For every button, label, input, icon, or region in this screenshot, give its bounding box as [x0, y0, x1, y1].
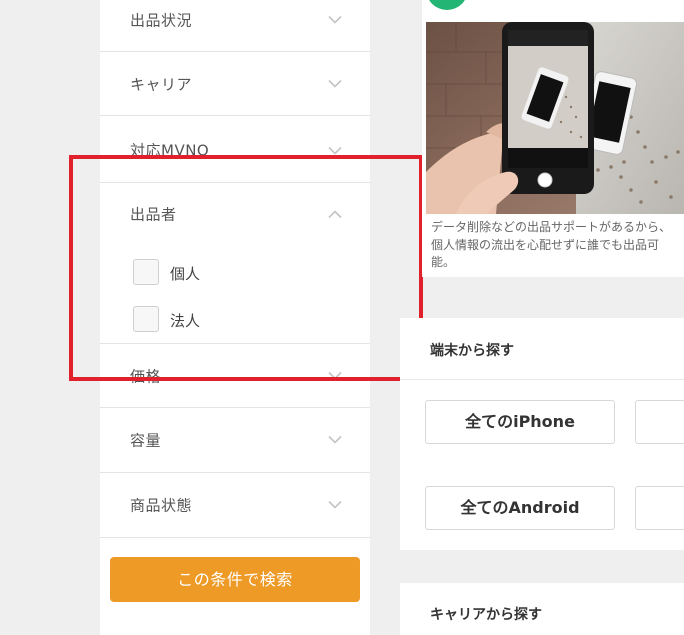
filter-label: 容量: [130, 431, 162, 450]
filter-row-seller: 出品者 個人 法人: [100, 183, 370, 344]
promo-photo: [426, 22, 684, 214]
filter-label: 価格: [130, 367, 162, 385]
device-search-card: 端末から探す 全てのiPhone 全てのAndroid: [400, 318, 684, 550]
chevron-up-icon[interactable]: [328, 210, 342, 219]
checkbox-label: 個人: [170, 265, 201, 283]
checkbox-corporate[interactable]: [133, 306, 159, 332]
filter-row-mvno[interactable]: 対応MVNO: [100, 117, 370, 183]
all-iphone-button[interactable]: 全てのiPhone: [425, 400, 615, 444]
section-title-carrier: キャリアから探す: [430, 607, 542, 623]
chevron-down-icon: [328, 435, 342, 445]
chevron-down-icon: [328, 500, 342, 510]
device-button-partial[interactable]: [635, 400, 684, 444]
chevron-down-icon: [328, 371, 342, 380]
checkbox-label: 法人: [170, 312, 201, 330]
filter-label: 対応MVNO: [130, 141, 210, 160]
carrier-search-card: キャリアから探す: [400, 583, 684, 635]
promo-caption: データ削除などの出品サポートがあるから、個人情報の流出を心配せずに誰でも出品可能…: [431, 220, 672, 269]
search-with-conditions-button[interactable]: この条件で検索: [110, 557, 360, 602]
filter-row-price[interactable]: 価格: [100, 344, 370, 408]
checkbox-individual[interactable]: [133, 259, 159, 285]
chevron-down-icon: [328, 146, 342, 156]
filter-row-carrier[interactable]: キャリア: [100, 52, 370, 116]
filter-label: キャリア: [130, 75, 193, 93]
filter-row-listing-status[interactable]: 出品状況: [100, 0, 370, 52]
section-title-device: 端末から探す: [430, 343, 514, 359]
filter-row-condition[interactable]: 商品状態: [100, 473, 370, 538]
filter-label: 出品状況: [130, 11, 193, 29]
filter-label: 商品状態: [130, 496, 193, 515]
chevron-down-icon: [328, 15, 342, 24]
chevron-down-icon: [328, 79, 342, 88]
divider: [400, 379, 684, 380]
filter-label[interactable]: 出品者: [130, 204, 177, 225]
device-button-partial[interactable]: [635, 486, 684, 530]
all-android-button[interactable]: 全てのAndroid: [425, 486, 615, 530]
filter-panel: 出品状況 キャリア 対応MVNO 出品者 個人 法人 価格 容量 商品状態 この…: [100, 0, 370, 635]
filter-row-capacity[interactable]: 容量: [100, 408, 370, 473]
